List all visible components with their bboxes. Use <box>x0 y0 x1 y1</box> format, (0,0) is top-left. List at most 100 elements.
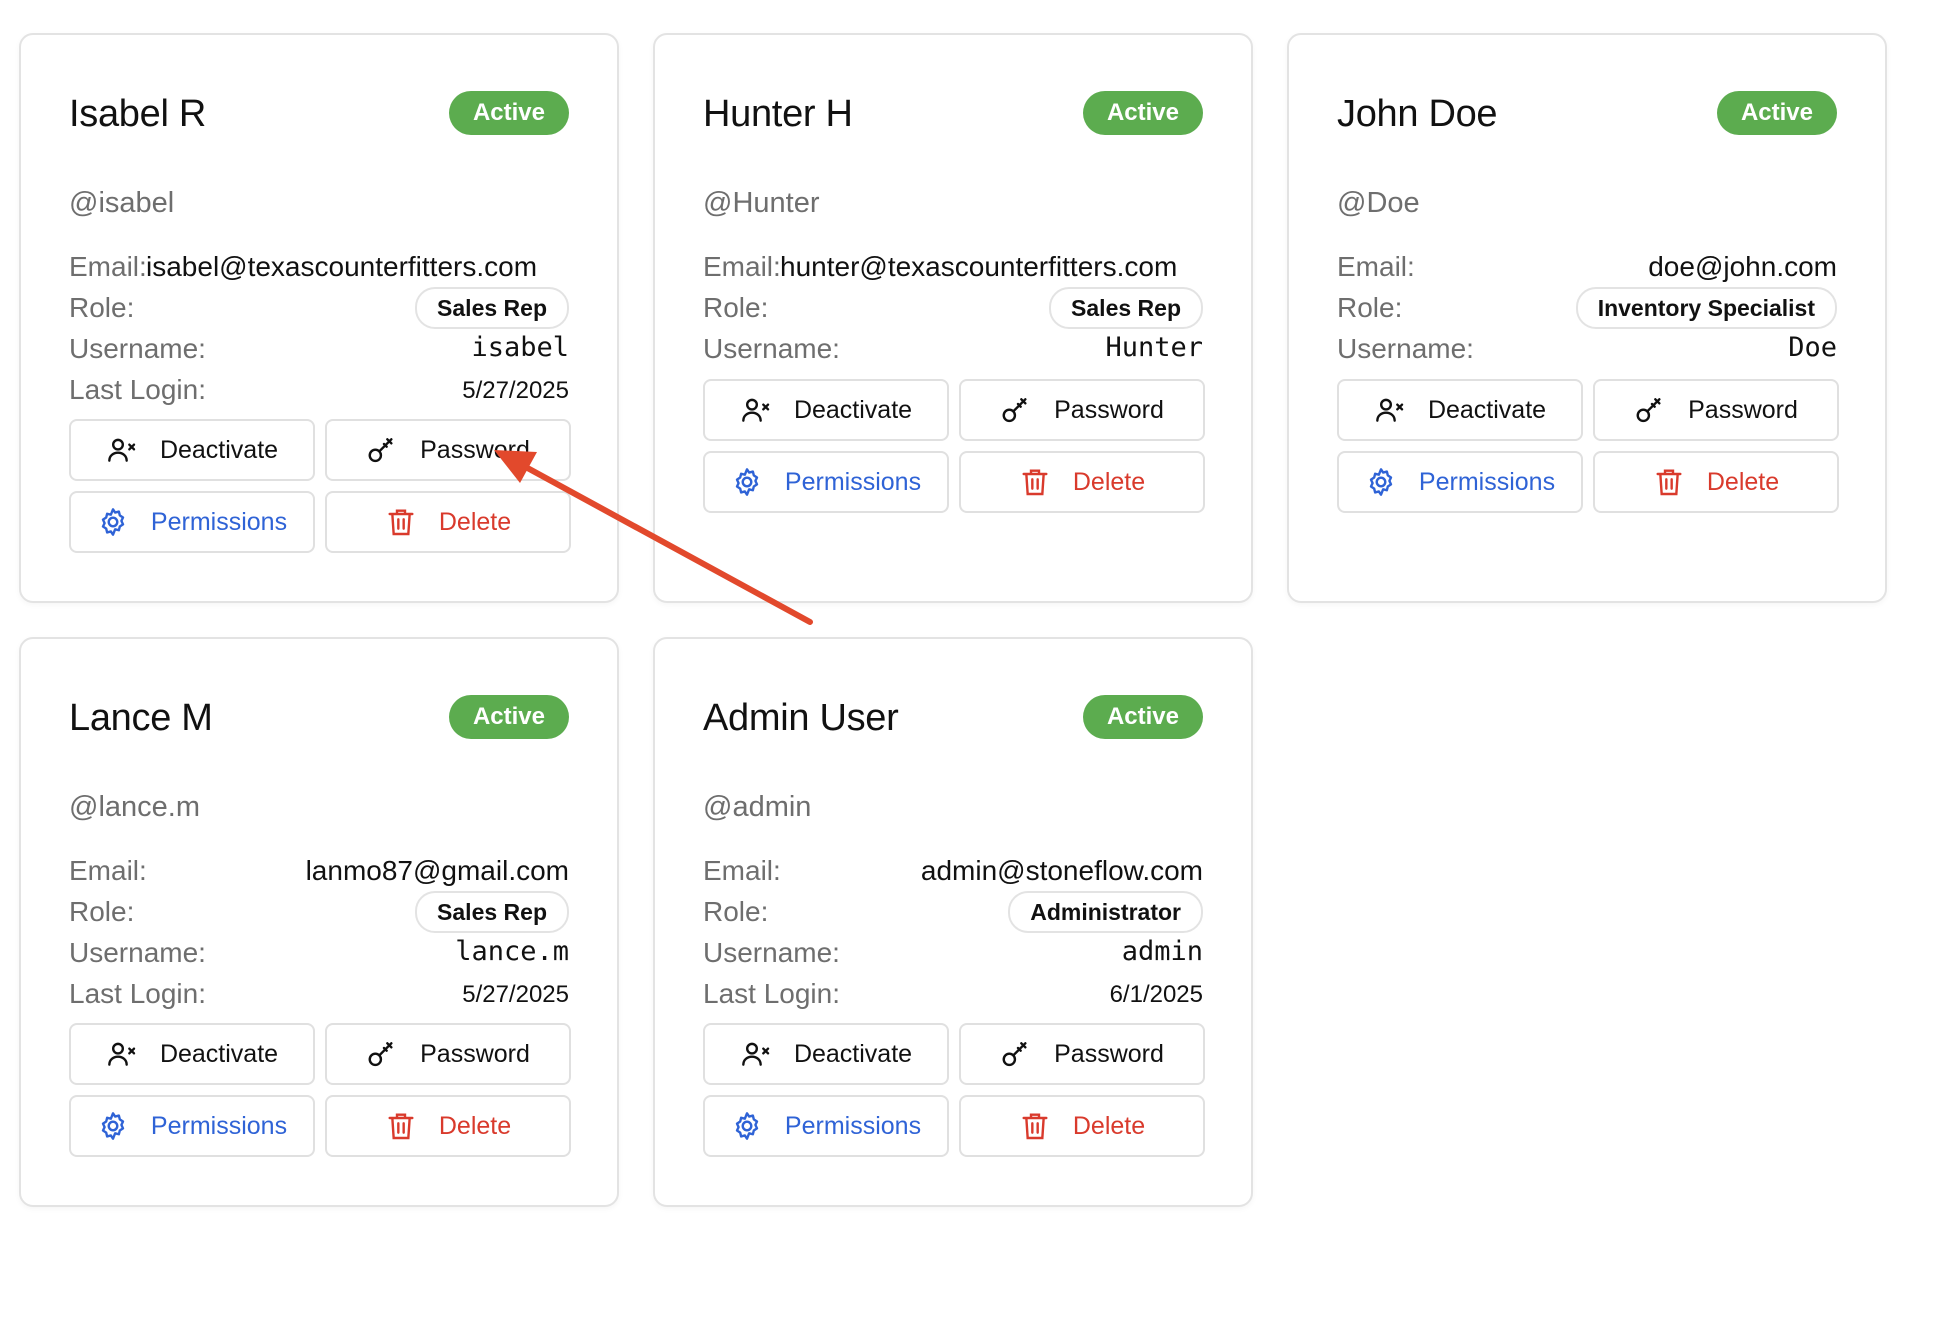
user-card: Isabel R Active @isabel Email: isabel@te… <box>19 33 619 603</box>
permissions-label: Permissions <box>784 1111 922 1140</box>
card-header: Lance M Active <box>69 691 569 741</box>
user-details: Email: lanmo87@gmail.com Role: Sales Rep… <box>69 851 569 1015</box>
delete-label: Delete <box>438 507 512 536</box>
user-card: Hunter H Active @Hunter Email: hunter@te… <box>653 33 1253 603</box>
role-row: Role: Sales Rep <box>703 287 1203 329</box>
user-handle: @Hunter <box>703 187 820 219</box>
last-login-value: 6/1/2025 <box>1109 981 1203 1008</box>
key-icon <box>368 1042 393 1067</box>
role-label: Role: <box>703 292 769 323</box>
gear-icon <box>735 1112 759 1140</box>
role-badge: Sales Rep <box>415 287 569 329</box>
deactivate-label: Deactivate <box>793 1039 913 1068</box>
role-row: Role: Sales Rep <box>69 891 569 933</box>
status-badge: Active <box>1082 695 1203 739</box>
deactivate-label: Deactivate <box>1427 395 1547 424</box>
user-name: Lance M <box>69 697 213 739</box>
user-details: Email: isabel@texascounterfitters.com Ro… <box>69 247 569 411</box>
delete-label: Delete <box>1706 467 1780 496</box>
username-value: admin <box>1121 936 1203 967</box>
permissions-button[interactable]: Permissions <box>69 1095 315 1157</box>
username-label: Username: <box>703 333 840 364</box>
delete-button[interactable]: Delete <box>959 451 1205 513</box>
user-card-grid: Isabel R Active @isabel Email: isabel@te… <box>0 0 1940 1318</box>
card-header: John Doe Active <box>1337 87 1837 137</box>
key-icon <box>1636 398 1661 423</box>
email-value: isabel@texascounterfitters.com <box>146 251 538 282</box>
permissions-button[interactable]: Permissions <box>703 451 949 513</box>
username-label: Username: <box>69 937 206 968</box>
email-value: admin@stoneflow.com <box>920 855 1203 886</box>
username-row: Username: isabel <box>69 329 569 370</box>
password-label: Password <box>420 1039 530 1068</box>
last-login-row: Last Login: 5/27/2025 <box>69 974 569 1015</box>
user-x-icon <box>1376 398 1404 422</box>
role-badge: Sales Rep <box>1049 287 1203 329</box>
last-login-row: Last Login: 6/1/2025 <box>703 974 1203 1015</box>
user-card: Admin User Active @admin Email: admin@st… <box>653 637 1253 1207</box>
user-name: Hunter H <box>703 93 853 135</box>
username-row: Username: admin <box>703 933 1203 974</box>
username-value: Hunter <box>1105 332 1203 363</box>
card-header: Admin User Active <box>703 691 1203 741</box>
delete-label: Delete <box>1072 1111 1146 1140</box>
delete-label: Delete <box>438 1111 512 1140</box>
deactivate-button[interactable]: Deactivate <box>69 419 315 481</box>
key-icon <box>368 438 393 463</box>
card-header: Isabel R Active <box>69 87 569 137</box>
username-row: Username: Hunter <box>703 329 1203 370</box>
gear-icon <box>101 508 125 536</box>
delete-button[interactable]: Delete <box>959 1095 1205 1157</box>
username-value: isabel <box>471 332 569 363</box>
email-value: doe@john.com <box>1648 251 1837 282</box>
role-row: Role: Sales Rep <box>69 287 569 329</box>
user-name: Isabel R <box>69 93 207 135</box>
deactivate-button[interactable]: Deactivate <box>703 1023 949 1085</box>
role-badge: Sales Rep <box>415 891 569 933</box>
user-x-icon <box>742 398 770 422</box>
email-row: Email: doe@john.com <box>1337 247 1837 288</box>
trash-icon <box>1656 469 1682 496</box>
password-button[interactable]: Password <box>325 1023 571 1085</box>
user-name: Admin User <box>703 697 899 739</box>
email-label: Email: <box>69 855 147 886</box>
password-button[interactable]: Password <box>959 1023 1205 1085</box>
permissions-button[interactable]: Permissions <box>703 1095 949 1157</box>
deactivate-button[interactable]: Deactivate <box>703 379 949 441</box>
password-button[interactable]: Password <box>959 379 1205 441</box>
permissions-button[interactable]: Permissions <box>69 491 315 553</box>
email-label: Email: <box>703 855 781 886</box>
user-x-icon <box>742 1042 770 1066</box>
email-row: Email: isabel@texascounterfitters.com <box>69 247 569 288</box>
user-details: Email: doe@john.com Role: Inventory Spec… <box>1337 247 1837 370</box>
permissions-label: Permissions <box>784 467 922 496</box>
trash-icon <box>388 509 414 536</box>
username-value: Doe <box>1788 332 1837 363</box>
role-label: Role: <box>69 292 135 323</box>
email-row: Email: lanmo87@gmail.com <box>69 851 569 892</box>
delete-button[interactable]: Delete <box>325 1095 571 1157</box>
deactivate-button[interactable]: Deactivate <box>1337 379 1583 441</box>
password-button[interactable]: Password <box>1593 379 1839 441</box>
permissions-button[interactable]: Permissions <box>1337 451 1583 513</box>
user-handle: @lance.m <box>69 791 200 823</box>
password-label: Password <box>1054 395 1164 424</box>
delete-button[interactable]: Delete <box>1593 451 1839 513</box>
card-header: Hunter H Active <box>703 87 1203 137</box>
user-card: John Doe Active @Doe Email: doe@john.com… <box>1287 33 1887 603</box>
username-label: Username: <box>703 937 840 968</box>
delete-button[interactable]: Delete <box>325 491 571 553</box>
trash-icon <box>1022 1113 1048 1140</box>
email-label: Email: <box>1337 251 1415 282</box>
username-row: Username: Doe <box>1337 329 1837 370</box>
password-button[interactable]: Password <box>325 419 571 481</box>
status-badge: Active <box>448 91 569 135</box>
user-handle: @admin <box>703 791 812 823</box>
trash-icon <box>388 1113 414 1140</box>
permissions-label: Permissions <box>1418 467 1556 496</box>
status-badge: Active <box>1716 91 1837 135</box>
deactivate-label: Deactivate <box>793 395 913 424</box>
user-card: Lance M Active @lance.m Email: lanmo87@g… <box>19 637 619 1207</box>
deactivate-button[interactable]: Deactivate <box>69 1023 315 1085</box>
email-value: hunter@texascounterfitters.com <box>780 251 1178 282</box>
